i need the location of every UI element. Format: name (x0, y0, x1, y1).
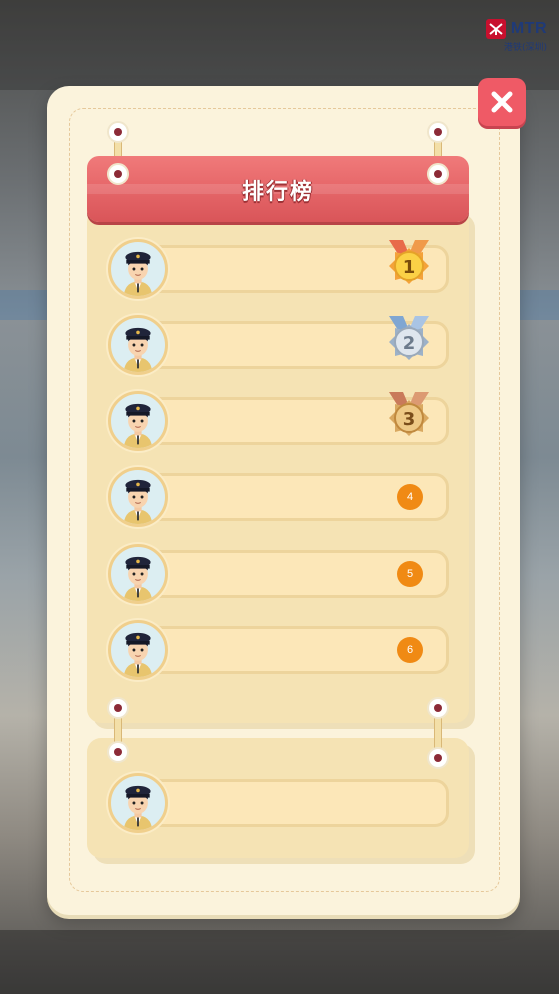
leaderboard-row-6: 6 (108, 620, 449, 680)
ring-icon (427, 697, 449, 719)
row-bar (138, 779, 449, 827)
close-button[interactable] (478, 78, 526, 126)
rank-badge: 5 (397, 561, 423, 587)
conductor-avatar-icon (108, 315, 168, 375)
ring-icon (107, 163, 129, 185)
conductor-avatar-icon (108, 391, 168, 451)
mtr-logo-icon (485, 18, 506, 39)
bronze-medal-icon: 3 (389, 392, 429, 436)
leaderboard-row-1: 1 (108, 239, 449, 299)
medal-rank: 3 (403, 409, 416, 430)
leaderboard-row-5: 5 (108, 544, 449, 604)
mtr-logo: MTR 港铁(深圳) (485, 18, 547, 53)
conductor-avatar-icon (108, 467, 168, 527)
background-floor (0, 930, 559, 994)
ring-icon (107, 121, 129, 143)
logo-brand: MTR (510, 19, 547, 37)
my-rank-row (108, 773, 449, 833)
silver-medal-icon: 2 (389, 316, 429, 360)
background-ceiling (0, 0, 559, 90)
leaderboard-title: 排行榜 (241, 180, 314, 205)
rank-badge: 4 (397, 484, 423, 510)
conductor-avatar-icon (108, 239, 168, 299)
ring-icon (107, 741, 129, 763)
logo-subtitle: 港铁(深圳) (503, 42, 547, 53)
leaderboard-row-3: 3 (108, 391, 449, 451)
conductor-avatar-icon (108, 544, 168, 604)
gold-medal-icon: 1 (389, 240, 429, 284)
title-banner: 排行榜 (87, 156, 469, 222)
ring-icon (427, 163, 449, 185)
conductor-avatar-icon (108, 620, 168, 680)
medal-rank: 1 (403, 257, 416, 278)
medal-rank: 2 (403, 333, 416, 354)
leaderboard-row-2: 2 (108, 315, 449, 375)
ring-icon (427, 747, 449, 769)
close-icon (491, 91, 513, 113)
conductor-avatar-icon (108, 773, 168, 833)
rank-badge: 6 (397, 637, 423, 663)
ring-icon (427, 121, 449, 143)
ring-icon (107, 697, 129, 719)
leaderboard-row-4: 4 (108, 467, 449, 527)
